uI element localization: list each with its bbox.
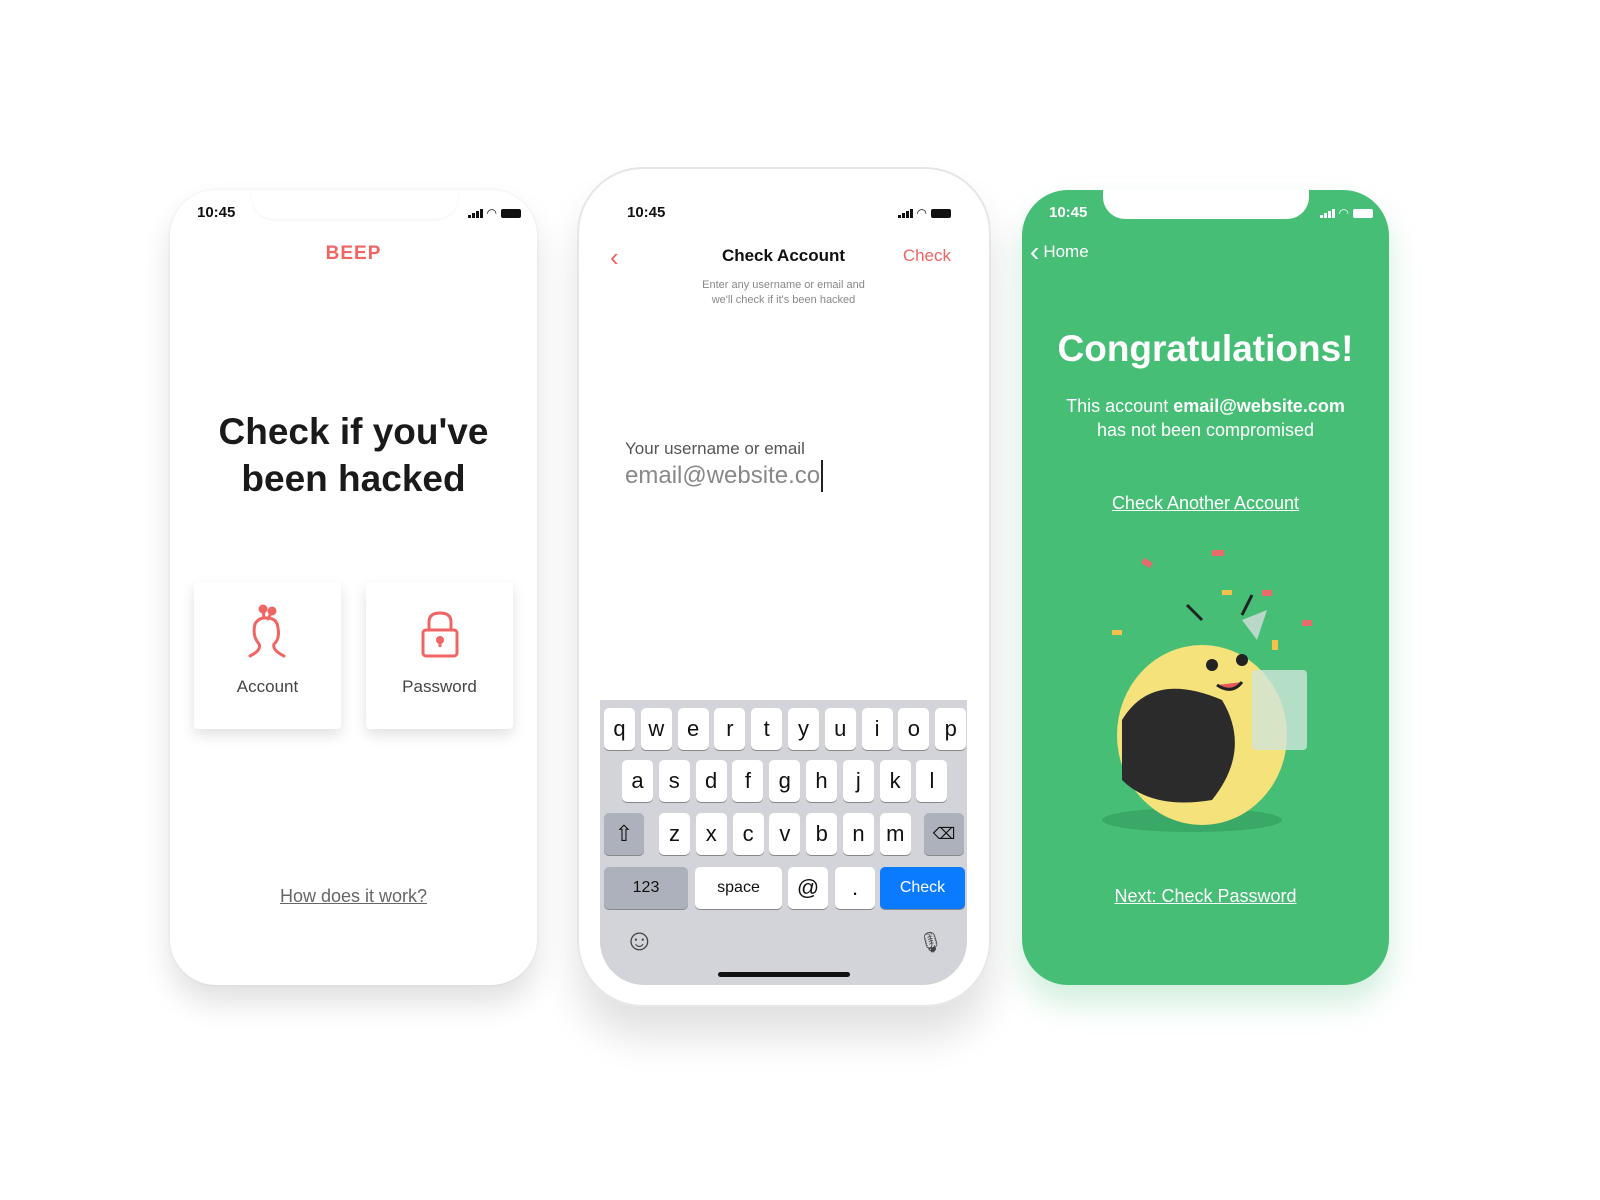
wifi-icon: ◠ — [486, 206, 497, 220]
notch — [1103, 190, 1309, 219]
account-card[interactable]: Account — [194, 582, 341, 729]
shift-key[interactable]: ⇧ — [604, 813, 644, 855]
key-x[interactable]: x — [695, 813, 727, 855]
beep-logo: BEEP — [325, 243, 382, 264]
key-g[interactable]: g — [769, 760, 801, 802]
subtitle-line: Enter any username or email and — [702, 279, 865, 291]
account-card-label: Account — [236, 677, 299, 696]
signal-icon — [467, 208, 483, 218]
home-back-button[interactable]: ‹ Home — [1030, 236, 1089, 267]
battery-icon — [501, 208, 521, 218]
backspace-key[interactable]: ⌫ — [924, 813, 964, 855]
key-p[interactable]: p — [935, 708, 967, 750]
key-f[interactable]: f — [732, 760, 764, 802]
key-c[interactable]: c — [732, 813, 764, 855]
person-antenna-icon — [248, 604, 286, 658]
key-t[interactable]: t — [751, 708, 783, 750]
headline: Check if you've been hacked — [170, 408, 537, 502]
key-u[interactable]: u — [824, 708, 856, 750]
congrats-title: Congratulations! — [1057, 328, 1354, 369]
back-chevron-icon: ‹ — [1030, 236, 1040, 267]
headline-line: been hacked — [241, 458, 466, 499]
key-q[interactable]: q — [604, 708, 635, 750]
check-button[interactable]: Check — [903, 246, 951, 266]
subtitle-line: we'll check if it's been hacked — [711, 294, 856, 306]
field-label: Your username or email — [625, 439, 805, 458]
key-o[interactable]: o — [898, 708, 930, 750]
backspace-icon: ⌫ — [932, 826, 956, 843]
status-icons: ◠ — [467, 206, 521, 220]
key-s[interactable]: s — [658, 760, 690, 802]
numbers-key[interactable]: 123 — [604, 867, 688, 909]
result-message: This account email@website.com has not b… — [1022, 394, 1389, 442]
key-w[interactable]: w — [640, 708, 672, 750]
key-m[interactable]: m — [879, 813, 911, 855]
password-card[interactable]: Password — [366, 582, 513, 729]
key-i[interactable]: i — [861, 708, 893, 750]
battery-icon — [931, 208, 951, 218]
msg-line2: has not been compromised — [1096, 420, 1315, 440]
key-j[interactable]: j — [842, 760, 874, 802]
status-time: 10:45 — [627, 204, 666, 221]
how-does-it-work-link[interactable]: How does it work? — [170, 886, 537, 907]
next-check-password-link[interactable]: Next: Check Password — [1022, 886, 1389, 907]
key-k[interactable]: k — [879, 760, 911, 802]
keyboard: q w e r t y u i o p a s d f g h j k l ⇧ z x c v b n m ⌫ 123 space @. Ch… — [600, 700, 967, 985]
bee-celebration-illustration — [1102, 550, 1312, 832]
subtitle: Enter any username or email and we'll ch… — [600, 278, 967, 308]
signal-icon — [897, 208, 913, 218]
key-n[interactable]: n — [843, 813, 874, 855]
dot-key[interactable]: . — [835, 867, 875, 909]
wifi-icon: ◠ — [916, 206, 927, 220]
status-time: 10:45 — [197, 204, 236, 221]
password-card-label: Password — [402, 677, 477, 696]
headline-line: Check if you've — [218, 411, 489, 452]
shift-icon: ⇧ — [614, 821, 634, 846]
battery-icon — [1353, 208, 1373, 218]
emoji-icon[interactable]: ☺ — [624, 924, 655, 958]
msg-prefix: This account — [1066, 396, 1174, 416]
phone-check-account-screen: 10:45 ◠ ‹ Check Account Check Enter any … — [600, 190, 967, 985]
home-indicator — [718, 972, 850, 977]
phone-result-screen: 10:45 ◠ ‹ Home Congratulations! This acc… — [1022, 190, 1389, 985]
key-e[interactable]: e — [677, 708, 709, 750]
check-return-key[interactable]: Check — [880, 867, 965, 909]
key-h[interactable]: h — [806, 760, 837, 802]
msg-email: email@website.com — [1173, 396, 1345, 416]
at-key[interactable]: @ — [788, 867, 828, 909]
key-v[interactable]: v — [769, 813, 801, 855]
key-a[interactable]: a — [622, 760, 653, 802]
key-l[interactable]: l — [916, 760, 948, 802]
key-z[interactable]: z — [659, 813, 690, 855]
signal-icon — [1319, 208, 1335, 218]
lock-icon — [421, 611, 459, 658]
notch — [252, 190, 458, 219]
key-d[interactable]: d — [695, 760, 727, 802]
key-y[interactable]: y — [788, 708, 819, 750]
home-label: Home — [1043, 242, 1089, 261]
status-icons: ◠ — [1319, 206, 1373, 220]
space-key[interactable]: space — [695, 867, 782, 909]
phone-home-screen: 10:45 ◠ BEEP Check if you've been hacked… — [170, 190, 537, 985]
microphone-icon[interactable]: 🎙︎ — [918, 930, 943, 955]
status-icons: ◠ — [897, 206, 951, 220]
email-input[interactable]: email@website.co — [625, 460, 824, 492]
key-r[interactable]: r — [714, 708, 746, 750]
status-time: 10:45 — [1049, 204, 1088, 221]
check-another-account-link[interactable]: Check Another Account — [1022, 493, 1389, 514]
key-b[interactable]: b — [806, 813, 838, 855]
wifi-icon: ◠ — [1338, 206, 1349, 220]
